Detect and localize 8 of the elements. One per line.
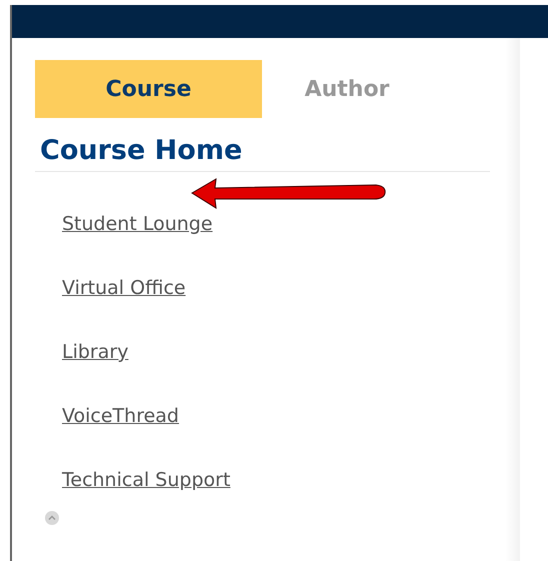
collapse-icon[interactable] (44, 510, 60, 526)
nav-link[interactable]: Virtual Office (62, 274, 186, 302)
tab[interactable]: Course (35, 60, 262, 118)
nav-link[interactable]: Student Lounge (62, 210, 213, 238)
nav-link[interactable]: Library (62, 338, 128, 366)
section-heading: Course Home (40, 134, 244, 168)
nav-link[interactable]: VoiceThread (62, 402, 179, 430)
nav-link[interactable]: Technical Support (62, 466, 230, 494)
